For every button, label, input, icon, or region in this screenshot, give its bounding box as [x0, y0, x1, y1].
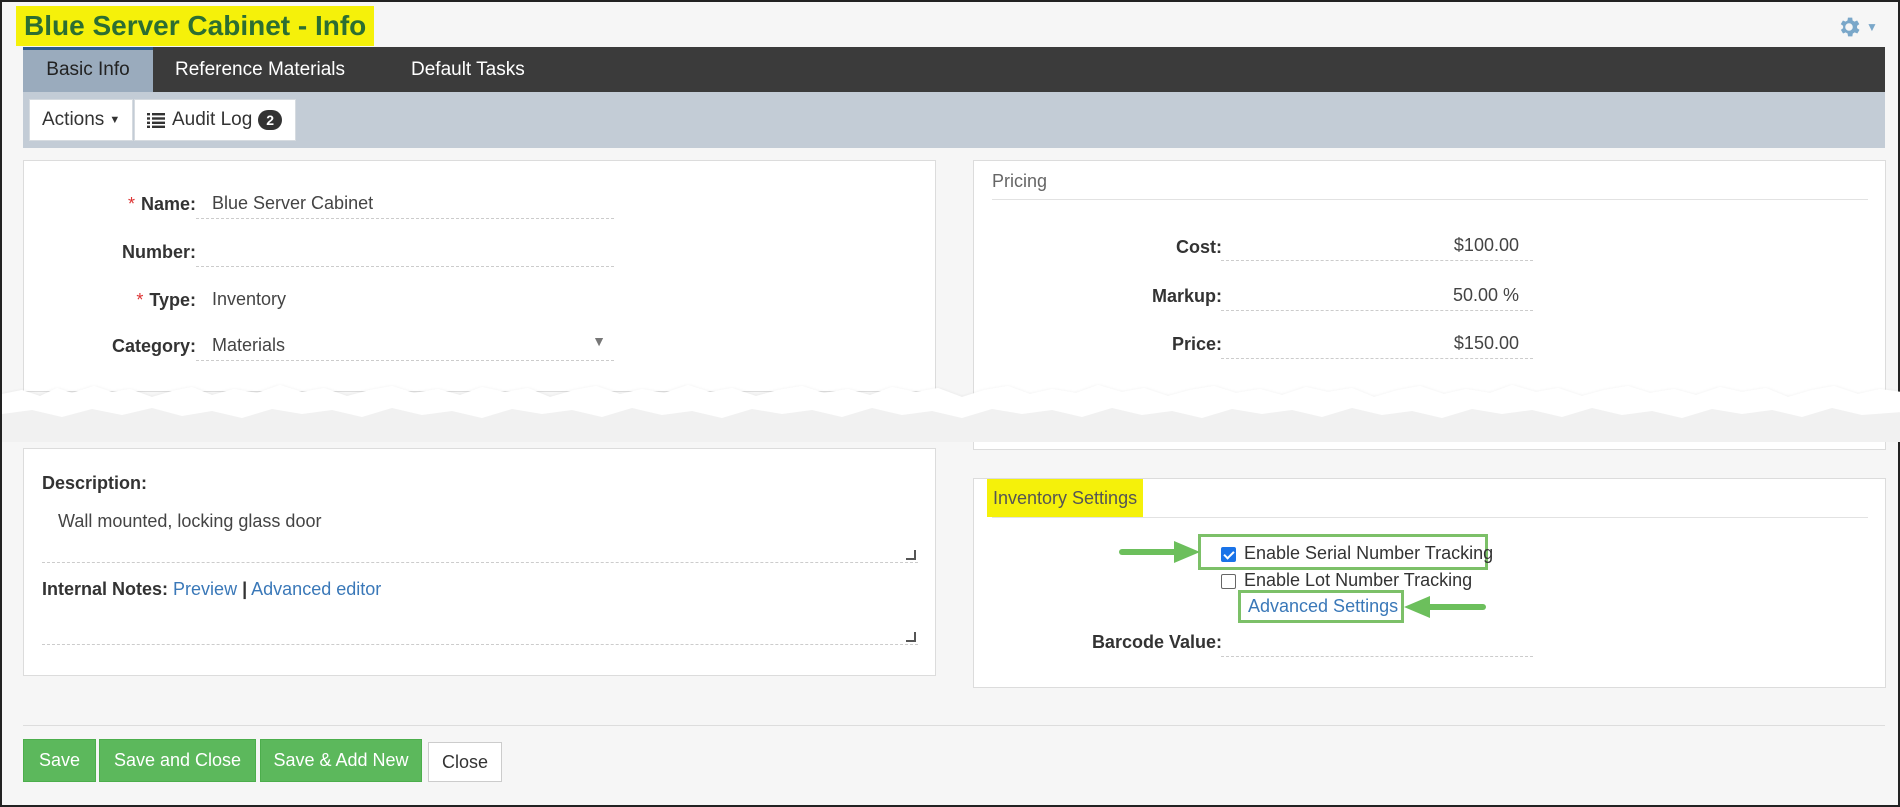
name-field[interactable]: Blue Server Cabinet [196, 183, 614, 219]
required-marker: * [127, 194, 135, 214]
category-label: Category: [111, 336, 196, 356]
serial-tracking-option[interactable]: Enable Serial Number Tracking [1221, 543, 1493, 564]
caret-down-icon: ▼ [592, 333, 606, 349]
description-panel: Description: Wall mounted, locking glass… [23, 448, 936, 676]
tab-bar: Basic Info Reference Materials Default T… [23, 47, 1885, 92]
serial-tracking-checkbox[interactable] [1221, 546, 1236, 562]
serial-tracking-label: Enable Serial Number Tracking [1244, 543, 1494, 563]
pricing-title: Pricing [992, 171, 1048, 191]
tab-default-tasks[interactable]: Default Tasks [389, 47, 547, 92]
description-value: Wall mounted, locking glass door [58, 511, 322, 531]
actions-label: Actions [42, 109, 105, 130]
inventory-settings-title: Inventory Settings [987, 479, 1144, 517]
advanced-editor-link[interactable]: Advanced editor [251, 579, 381, 599]
tab-reference-materials[interactable]: Reference Materials [153, 47, 367, 92]
caret-down-icon: ▼ [109, 114, 121, 126]
internal-notes-textarea[interactable] [42, 607, 918, 645]
price-label: Price: [1171, 334, 1222, 354]
description-textarea[interactable]: Wall mounted, locking glass door [42, 501, 918, 563]
lot-tracking-option[interactable]: Enable Lot Number Tracking [1221, 570, 1472, 591]
gear-icon [1840, 17, 1860, 37]
pricing-divider [992, 199, 1868, 200]
preview-link[interactable]: Preview [173, 579, 237, 599]
category-value: Materials [212, 335, 286, 355]
internal-notes-label: Internal Notes: [42, 579, 169, 599]
arrowhead-right-icon [1174, 541, 1200, 563]
actions-dropdown[interactable]: Actions ▼ [29, 99, 133, 141]
toolbar: Actions ▼ Audit Log 2 [23, 92, 1885, 148]
barcode-field[interactable] [1221, 621, 1533, 657]
basic-info-panel: * Name: Blue Server Cabinet Number: * Type… [23, 160, 936, 392]
internal-notes-row: Internal Notes: Preview | Advanced edito… [42, 579, 381, 600]
settings-menu[interactable]: ▼ [1836, 14, 1878, 40]
close-button[interactable]: Close [428, 742, 502, 782]
save-and-add-new-button[interactable]: Save & Add New [260, 739, 422, 782]
footer-divider [23, 725, 1885, 726]
annotation-arrow [1119, 549, 1179, 555]
save-and-close-button[interactable]: Save and Close [99, 739, 256, 782]
description-label: Description: [42, 473, 148, 493]
price-field[interactable]: $150.00 [1221, 323, 1533, 359]
audit-log-label: Audit Log [172, 109, 253, 130]
markup-label: Markup: [1151, 286, 1222, 306]
page-title: Blue Server Cabinet - Info [16, 6, 375, 46]
lot-tracking-checkbox[interactable] [1221, 573, 1236, 589]
list-icon [147, 113, 165, 128]
lot-tracking-label: Enable Lot Number Tracking [1244, 570, 1473, 590]
cost-field[interactable]: $100.00 [1221, 225, 1533, 261]
link-separator: | [242, 579, 248, 599]
number-label: Number: [121, 242, 196, 262]
torn-edge-divider [2, 385, 1900, 442]
resize-handle-icon[interactable] [906, 550, 916, 560]
name-label: * Name: [127, 194, 196, 214]
app-window: Blue Server Cabinet - Info ▼ Basic Info … [0, 0, 1900, 807]
required-marker: * [136, 290, 144, 310]
chevron-down-icon: ▼ [1866, 20, 1878, 34]
inventory-divider [992, 517, 1868, 518]
audit-log-button[interactable]: Audit Log 2 [134, 99, 296, 141]
barcode-label: Barcode Value: [1091, 632, 1222, 652]
resize-handle-icon[interactable] [906, 632, 916, 642]
markup-field[interactable]: 50.00 % [1221, 275, 1533, 311]
number-field[interactable] [196, 231, 614, 267]
save-button[interactable]: Save [23, 739, 96, 782]
audit-log-count-badge: 2 [258, 110, 283, 130]
category-select[interactable]: Materials ▼ [196, 325, 614, 361]
inventory-settings-panel: Inventory Settings Enable Serial Number … [973, 478, 1886, 688]
cost-label: Cost: [1176, 237, 1222, 257]
advanced-settings-link[interactable]: Advanced Settings [1248, 596, 1398, 617]
type-label: * Type: [136, 290, 196, 310]
tab-basic-info[interactable]: Basic Info [23, 47, 153, 92]
annotation-arrow [1426, 604, 1486, 610]
type-value: Inventory [212, 289, 287, 309]
